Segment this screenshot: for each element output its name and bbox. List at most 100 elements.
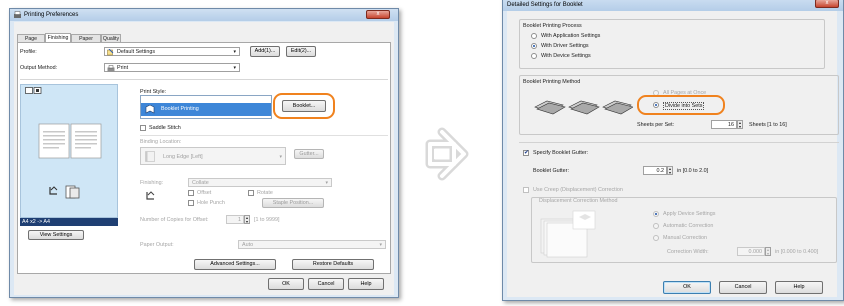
sheets-per-set-input[interactable]: 16 bbox=[711, 120, 737, 129]
chevron-down-icon: ▾ bbox=[279, 154, 282, 160]
tab-paper-source[interactable]: Paper Source bbox=[71, 34, 101, 50]
tab-quality[interactable]: Quality bbox=[101, 34, 121, 42]
gutter-input[interactable]: 0.2 bbox=[643, 166, 667, 175]
ok-button[interactable]: OK bbox=[268, 278, 304, 290]
saddle-stitch-label: Saddle Stitch bbox=[149, 125, 181, 131]
profile-label: Profile: bbox=[20, 49, 37, 55]
layout-preview-icon bbox=[25, 87, 43, 97]
printer-icon bbox=[13, 11, 22, 21]
process-title: Booklet Printing Process bbox=[523, 23, 582, 29]
cancel-button[interactable]: Cancel bbox=[719, 281, 767, 294]
print-style-selected-item[interactable]: Booklet Printing bbox=[141, 103, 271, 116]
divider bbox=[20, 79, 388, 80]
finishing-label: Finishing: bbox=[140, 180, 164, 186]
edit-profile-button[interactable]: Edit(2)... bbox=[286, 46, 316, 57]
saddle-stitch-checkbox[interactable] bbox=[140, 125, 146, 131]
correction-width-label: Correction Width: bbox=[667, 249, 709, 255]
next-arrow-icon bbox=[420, 122, 476, 188]
binding-location-value: Long Edge [Left] bbox=[163, 154, 203, 160]
gutter-range: in [0.0 to 2.0] bbox=[677, 168, 709, 174]
staple-position-button[interactable]: Staple Position... bbox=[262, 198, 324, 208]
advanced-settings-button[interactable]: Advanced Settings... bbox=[194, 259, 276, 270]
divide-sets-callout bbox=[637, 95, 725, 115]
apply-device-settings-radio[interactable] bbox=[653, 211, 659, 217]
booklet-stack-icon bbox=[145, 104, 155, 116]
binding-location-select[interactable]: Long Edge [Left] ▾ bbox=[140, 147, 286, 165]
close-button[interactable]: x bbox=[366, 10, 390, 19]
correction-width-range: in [0.000 to 0.400] bbox=[775, 249, 819, 255]
paper-output-label: Paper Output: bbox=[140, 242, 174, 248]
process-application-radio[interactable] bbox=[531, 33, 537, 39]
chevron-down-icon: ▾ bbox=[233, 65, 236, 71]
process-driver-label: With Driver Settings bbox=[541, 43, 589, 49]
rotate-page-icon bbox=[47, 185, 61, 201]
manual-correction-label: Manual Correction bbox=[663, 235, 708, 241]
rotate-label: Rotate bbox=[257, 190, 273, 196]
profile-select[interactable]: Default Settings ▾ bbox=[104, 47, 240, 56]
copies-offset-range: [1 to 9999] bbox=[254, 217, 280, 223]
help-button[interactable]: Help bbox=[348, 278, 384, 290]
sheets-per-set-spinner[interactable]: ▴ ▾ bbox=[737, 120, 743, 129]
view-settings-button[interactable]: View Settings bbox=[28, 230, 84, 240]
gutter-button[interactable]: Gutter... bbox=[294, 149, 324, 159]
close-button[interactable]: x bbox=[815, 0, 839, 8]
gutter-label: Booklet Gutter: bbox=[533, 168, 569, 174]
gutter-spinner[interactable]: ▴ ▾ bbox=[667, 166, 673, 175]
restore-defaults-button[interactable]: Restore Defaults bbox=[292, 259, 374, 270]
hole-punch-checkbox[interactable] bbox=[188, 200, 194, 206]
manual-correction-radio[interactable] bbox=[653, 235, 659, 241]
ok-button[interactable]: OK bbox=[663, 281, 711, 294]
offset-label: Offset bbox=[197, 190, 212, 196]
finishing-tab-panel: Profile: Default Settings ▾ Add(1)... Ed… bbox=[17, 42, 391, 274]
chevron-down-icon: ▾ bbox=[379, 242, 382, 248]
process-driver-radio[interactable] bbox=[531, 43, 537, 49]
offset-checkbox[interactable] bbox=[188, 190, 194, 196]
title-bar: Detailed Settings for Booklet x bbox=[503, 0, 843, 11]
paper-output-value: Auto bbox=[242, 242, 254, 248]
displacement-title: Displacement Correction Method bbox=[539, 198, 618, 204]
copies-offset-input[interactable]: 1 bbox=[226, 215, 244, 224]
specify-gutter-checkbox[interactable] bbox=[523, 149, 529, 156]
finishing-value: Collate bbox=[192, 180, 209, 186]
rotate-checkbox[interactable] bbox=[248, 190, 254, 196]
help-button[interactable]: Help bbox=[775, 281, 823, 294]
preview-size-label-bar: A4 x2 -> A4 bbox=[20, 218, 118, 226]
page-orientation-icon bbox=[65, 185, 81, 201]
booklet-settings-window: Detailed Settings for Booklet x Booklet … bbox=[502, 0, 844, 301]
divider bbox=[140, 135, 388, 136]
tab-page-setup[interactable]: Page Setup bbox=[17, 34, 45, 50]
output-method-select[interactable]: Print ▾ bbox=[104, 63, 240, 72]
add-profile-button[interactable]: Add(1)... bbox=[250, 46, 280, 57]
title-bar: Printing Preferences x bbox=[10, 9, 398, 21]
copies-offset-spinner[interactable]: ▴ ▾ bbox=[244, 215, 250, 224]
tab-finishing[interactable]: Finishing bbox=[45, 33, 71, 42]
copies-offset-label: Number of Copies for Offset: bbox=[140, 217, 209, 223]
layout-preview-panel bbox=[20, 84, 118, 218]
correction-width-input[interactable]: 0.000 bbox=[737, 247, 765, 256]
window-title: Detailed Settings for Booklet bbox=[507, 2, 583, 8]
paper-output-select[interactable]: Auto ▾ bbox=[238, 240, 386, 249]
process-application-label: With Application Settings bbox=[541, 33, 601, 39]
finishing-select[interactable]: Collate ▾ bbox=[188, 178, 332, 187]
window-title: Printing Preferences bbox=[24, 12, 79, 18]
print-style-list[interactable]: Booklet Printing bbox=[140, 95, 272, 119]
process-device-radio[interactable] bbox=[531, 53, 537, 59]
automatic-correction-radio[interactable] bbox=[653, 223, 659, 229]
output-method-label: Output Method: bbox=[20, 65, 58, 71]
chevron-down-icon: ▾ bbox=[233, 49, 236, 55]
divider bbox=[519, 142, 839, 143]
cancel-button[interactable]: Cancel bbox=[308, 278, 344, 290]
profile-icon bbox=[107, 48, 114, 59]
method-title: Booklet Printing Method bbox=[523, 79, 581, 85]
automatic-correction-label: Automatic Correction bbox=[663, 223, 714, 229]
preview-size-label: A4 x2 -> A4 bbox=[22, 219, 51, 225]
correction-width-spinner[interactable]: ▴ ▾ bbox=[765, 247, 771, 256]
print-style-value: Booklet Printing bbox=[161, 106, 199, 112]
booklet-button-callout bbox=[273, 93, 335, 119]
booklet-preview-image bbox=[38, 123, 104, 161]
creep-correction-checkbox[interactable] bbox=[523, 187, 529, 193]
binding-location-label: Binding Location: bbox=[140, 139, 182, 145]
creep-booklet-illustration bbox=[539, 209, 601, 261]
binding-edge-icon bbox=[145, 151, 155, 165]
chevron-down-icon: ▾ bbox=[325, 180, 328, 186]
